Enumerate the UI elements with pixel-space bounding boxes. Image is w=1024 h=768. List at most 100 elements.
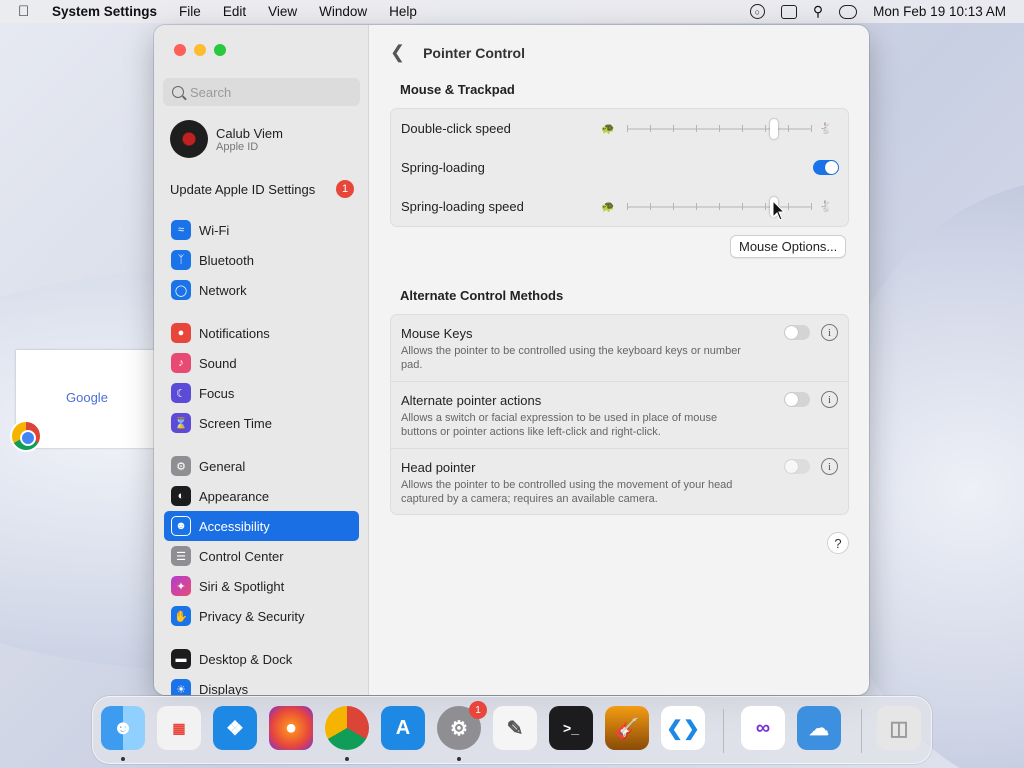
sidebar-item-general[interactable]: ⚙ General — [164, 451, 359, 481]
double-click-speed-slider[interactable]: 🐢 🐇 — [601, 119, 841, 139]
sidebar-item-network[interactable]: ◯ Network — [164, 275, 359, 305]
sidebar-item-label: Wi-Fi — [199, 222, 230, 238]
double-click-speed-row: Double-click speed 🐢 🐇 — [391, 109, 848, 148]
slider-tick — [742, 125, 743, 132]
back-chevron-icon[interactable]: ❮ — [390, 42, 405, 63]
hare-icon: 🐇 — [819, 123, 833, 135]
app-store-icon[interactable]: A — [381, 706, 425, 750]
sidebar-item-displays[interactable]: ☀ Displays — [164, 674, 359, 695]
sidebar-group-network: ≈ Wi-Fi ᛉ Bluetooth ◯ Network — [164, 215, 359, 305]
menu-view[interactable]: View — [268, 4, 297, 19]
hourglass-icon: ⌛ — [171, 413, 191, 433]
head-pointer-info-icon[interactable]: i — [821, 458, 838, 475]
chrome-icon[interactable] — [325, 706, 369, 750]
spring-loading-toggle[interactable] — [813, 160, 839, 175]
terminal-icon[interactable]: >_ — [549, 706, 593, 750]
spring-loading-label: Spring-loading — [401, 160, 485, 175]
dock-icon: ▬ — [171, 649, 191, 669]
sidebar-group-general: ⚙ General ◐ Appearance ☻ Accessibility ☰… — [164, 451, 359, 631]
control-center-icon[interactable] — [839, 4, 858, 19]
sidebar-item-label: Siri & Spotlight — [199, 578, 285, 594]
pane-header: ❮ Pointer Control — [390, 42, 525, 63]
head-pointer-toggle[interactable] — [784, 459, 810, 474]
zoom-button[interactable] — [214, 44, 226, 56]
hare-icon: 🐇 — [819, 201, 833, 213]
slider-tick — [765, 203, 766, 210]
trash-icon[interactable]: ◫ — [877, 706, 921, 750]
accessibility-menu-icon[interactable]: ○ — [749, 4, 765, 19]
launchpad-icon[interactable]: ▦ — [157, 706, 201, 750]
sidebar-item-label: General — [199, 458, 246, 474]
clock[interactable]: Mon Feb 19 10:13 AM — [873, 4, 1006, 19]
sidebar-item-wifi[interactable]: ≈ Wi-Fi — [164, 215, 359, 245]
slider-tick — [719, 203, 720, 210]
alternate-pointer-title: Alternate pointer actions — [401, 393, 542, 408]
slider-tick — [696, 125, 697, 132]
sidebar-item-accessibility[interactable]: ☻ Accessibility — [164, 511, 359, 541]
speaker-icon: ♪ — [171, 353, 191, 373]
slider-tick — [788, 125, 789, 132]
slider-tick — [673, 203, 674, 210]
alternate-pointer-info-icon[interactable]: i — [821, 391, 838, 408]
dock: ☻ ▦ ❖ ● A ⚙ 1 ✎ >_ 🎸 ❮❯ ∞ ☁ ◫ — [92, 696, 932, 764]
sidebar-item-privacy-security[interactable]: ✋ Privacy & Security — [164, 601, 359, 631]
sidebar-item-desktop-dock[interactable]: ▬ Desktop & Dock — [164, 644, 359, 674]
spring-loading-row: Spring-loading — [391, 148, 848, 187]
app-menu[interactable]: System Settings — [52, 4, 157, 19]
slider-tick — [627, 203, 628, 210]
sidebar-item-notifications[interactable]: ● Notifications — [164, 318, 359, 348]
turtle-icon: 🐢 — [601, 123, 615, 135]
slider-tick — [650, 203, 651, 210]
apple-menu-icon[interactable]:  — [18, 3, 38, 20]
safari-icon[interactable]: ❖ — [213, 706, 257, 750]
slider-tick — [811, 203, 812, 210]
sidebar-item-focus[interactable]: ☾ Focus — [164, 378, 359, 408]
sidebar-item-bluetooth[interactable]: ᛉ Bluetooth — [164, 245, 359, 275]
finder-icon[interactable]: ☻ — [101, 706, 145, 750]
slider-tick — [650, 125, 651, 132]
spring-loading-speed-slider[interactable]: 🐢 🐇 — [601, 197, 841, 217]
vscode-icon[interactable]: ❮❯ — [661, 706, 705, 750]
garageband-icon[interactable]: 🎸 — [605, 706, 649, 750]
sidebar-item-label: Bluetooth — [199, 252, 254, 268]
weather-icon[interactable]: ☁ — [797, 706, 841, 750]
slider-thumb[interactable] — [770, 119, 779, 139]
close-button[interactable] — [174, 44, 186, 56]
textedit-icon[interactable]: ✎ — [493, 706, 537, 750]
menu-edit[interactable]: Edit — [223, 4, 246, 19]
sidebar: Search Calub Viem Apple ID Update Apple … — [154, 25, 369, 695]
apple-id-profile[interactable]: Calub Viem Apple ID — [170, 120, 283, 158]
display-icon: ☀ — [171, 679, 191, 695]
menu-file[interactable]: File — [179, 4, 201, 19]
moon-icon: ☾ — [171, 383, 191, 403]
screen-mirroring-icon[interactable] — [780, 4, 797, 19]
alternate-pointer-toggle[interactable] — [784, 392, 810, 407]
chrome-icon[interactable] — [10, 420, 42, 452]
mouse-keys-toggle[interactable] — [784, 325, 810, 340]
update-apple-id-item[interactable]: Update Apple ID Settings 1 — [170, 180, 354, 198]
mouse-options-button[interactable]: Mouse Options... — [730, 235, 847, 258]
visual-studio-icon[interactable]: ∞ — [741, 706, 785, 750]
sidebar-item-siri-spotlight[interactable]: ✦ Siri & Spotlight — [164, 571, 359, 601]
sidebar-item-appearance[interactable]: ◐ Appearance — [164, 481, 359, 511]
sidebar-item-sound[interactable]: ♪ Sound — [164, 348, 359, 378]
sidebar-item-control-center[interactable]: ☰ Control Center — [164, 541, 359, 571]
spotlight-search-icon[interactable]: ⚲ — [813, 3, 823, 20]
firefox-icon[interactable]: ● — [269, 706, 313, 750]
sidebar-item-label: Focus — [199, 385, 235, 401]
mouse-keys-desc: Allows the pointer to be controlled usin… — [401, 345, 741, 371]
minimize-button[interactable] — [194, 44, 206, 56]
sidebar-item-label: Privacy & Security — [199, 608, 305, 624]
menu-window[interactable]: Window — [319, 4, 367, 19]
help-button[interactable]: ? — [827, 532, 849, 554]
sidebar-group-notifications: ● Notifications ♪ Sound ☾ Focus ⌛ Screen… — [164, 318, 359, 438]
menu-help[interactable]: Help — [389, 4, 417, 19]
update-badge: 1 — [336, 180, 354, 198]
window-controls — [174, 44, 226, 56]
slider-tick — [627, 125, 628, 132]
search-input[interactable]: Search — [163, 78, 360, 106]
siri-icon: ✦ — [171, 576, 191, 596]
system-settings-window: Search Calub Viem Apple ID Update Apple … — [154, 25, 869, 695]
sidebar-item-screen-time[interactable]: ⌛ Screen Time — [164, 408, 359, 438]
mouse-keys-info-icon[interactable]: i — [821, 324, 838, 341]
